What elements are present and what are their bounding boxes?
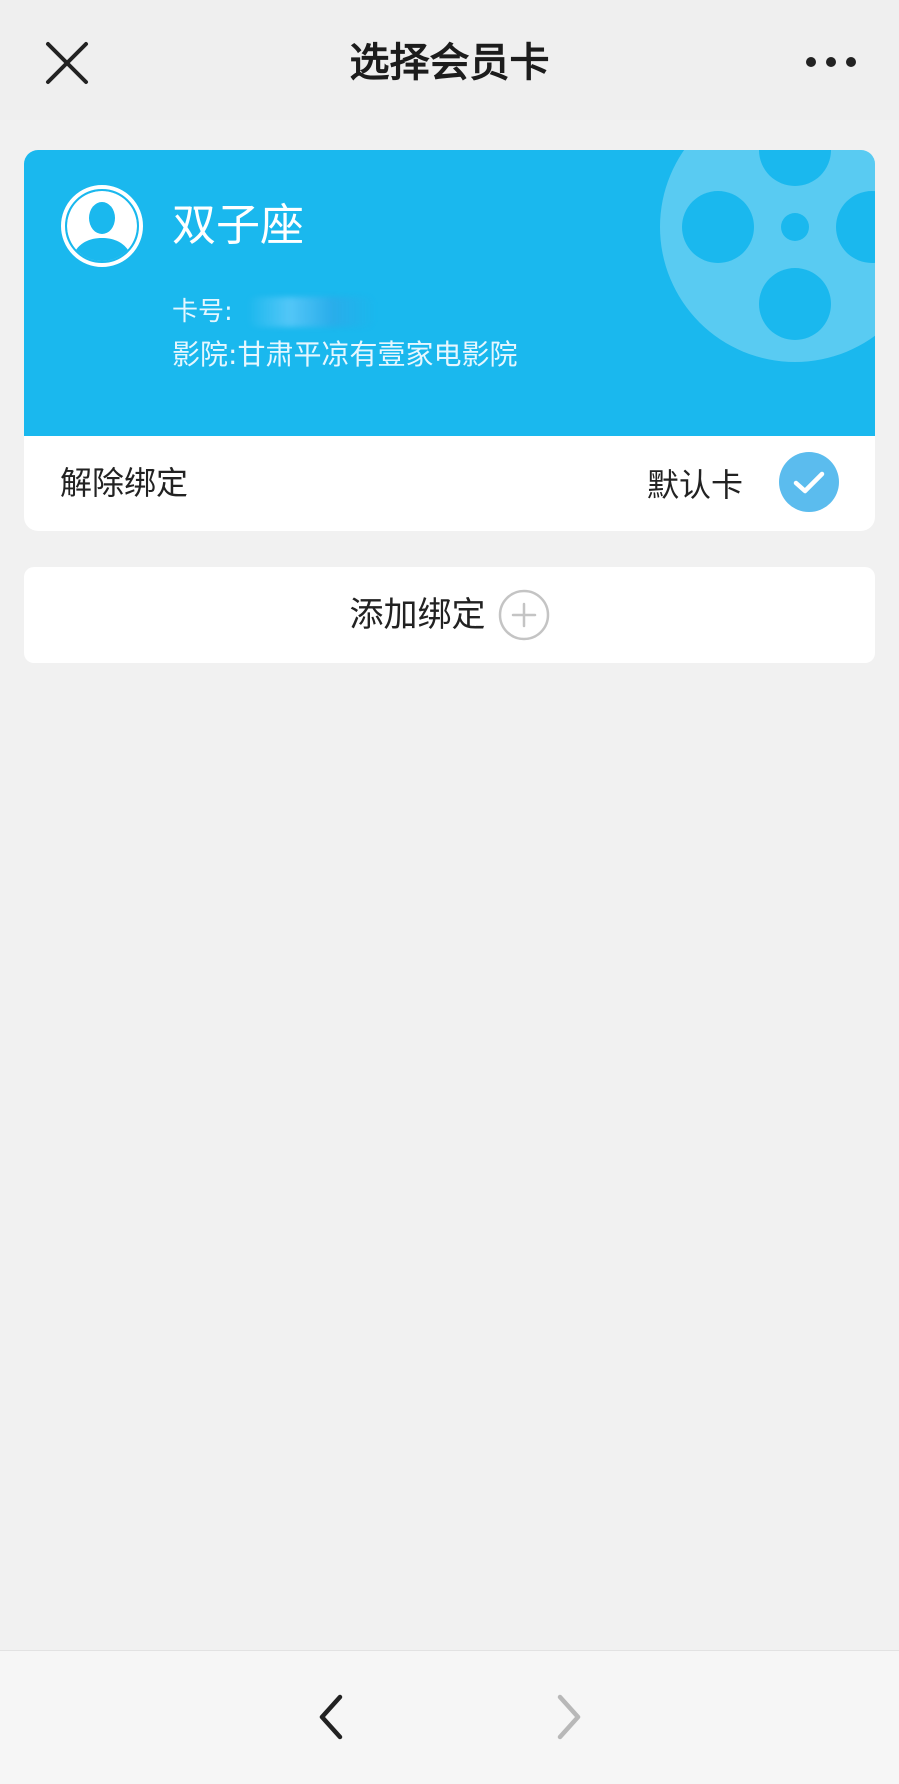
more-icon [806, 57, 856, 67]
member-card-header: 双子座 卡号: 影院:甘肃平凉有壹家电影院 [24, 150, 875, 436]
default-card-label: 默认卡 [646, 466, 743, 504]
check-icon[interactable] [779, 452, 839, 512]
add-binding-content: 添加绑定 [24, 567, 875, 663]
forward-button[interactable] [544, 1687, 594, 1747]
card-number-label: 卡号: [172, 297, 233, 327]
more-button[interactable] [803, 44, 859, 80]
add-binding-button[interactable]: 添加绑定 [24, 567, 875, 663]
member-card-footer: 解除绑定 默认卡 [24, 436, 875, 531]
cinema-name: 甘肃平凉有壹家电影院 [237, 338, 518, 371]
unbind-button[interactable]: 解除绑定 [60, 462, 188, 504]
top-bar: 选择会员卡 [0, 0, 899, 120]
cinema-label: 影院: [172, 338, 238, 371]
cinema-row: 影院:甘肃平凉有壹家电影院 [172, 336, 517, 374]
card-number-redacted [246, 297, 375, 327]
add-binding-label: 添加绑定 [349, 595, 486, 635]
page-title: 选择会员卡 [349, 40, 550, 86]
film-reel-icon [660, 150, 875, 362]
avatar-icon [61, 185, 143, 267]
card-number-row: 卡号: [172, 294, 375, 330]
member-card[interactable]: 双子座 卡号: 影院:甘肃平凉有壹家电影院 解除绑定 默认卡 [24, 150, 875, 531]
plus-circle-icon [498, 589, 549, 641]
back-button[interactable] [306, 1687, 356, 1747]
chevron-left-icon [319, 1694, 343, 1740]
member-name: 双子座 [172, 200, 304, 251]
bottom-nav-bar [0, 1650, 899, 1784]
chevron-right-icon [557, 1694, 581, 1740]
